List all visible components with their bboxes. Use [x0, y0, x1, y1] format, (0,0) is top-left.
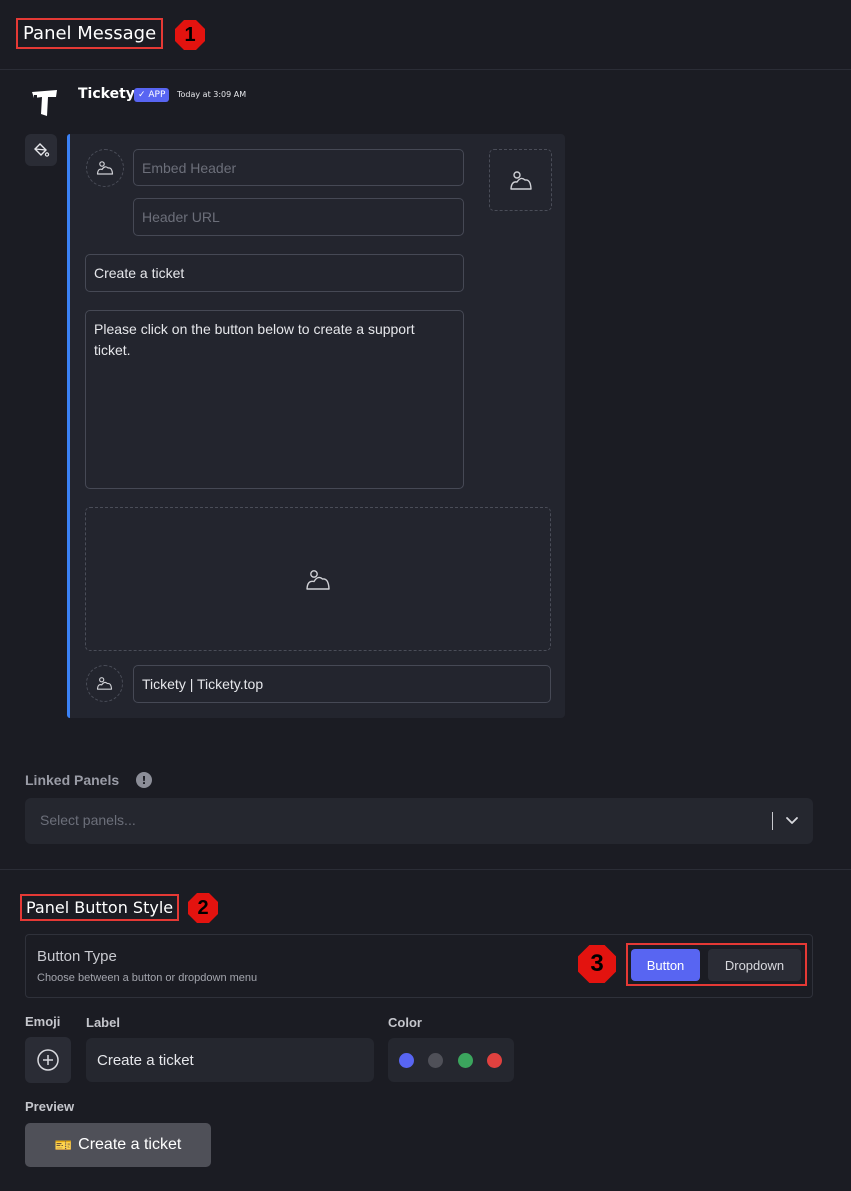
color-label: Color: [388, 1015, 422, 1030]
color-swatch-grey[interactable]: [428, 1053, 443, 1068]
color-picker: [388, 1038, 514, 1082]
linked-panels-select[interactable]: Select panels...: [25, 798, 813, 844]
preview-button[interactable]: 🎫 Create a ticket: [25, 1123, 211, 1167]
add-emoji-icon: [37, 1049, 59, 1071]
image-icon: [96, 677, 113, 690]
app-badge: ✓ APP: [134, 88, 170, 102]
select-placeholder: Select panels...: [40, 812, 136, 828]
annotation-badge-3: 3: [578, 945, 616, 983]
info-icon[interactable]: !: [136, 772, 152, 788]
message-timestamp: Today at 3:09 AM: [177, 90, 247, 99]
button-type-dropdown-option[interactable]: Dropdown: [708, 949, 801, 981]
thumbnail-upload[interactable]: [489, 149, 552, 211]
embed-image-upload[interactable]: [85, 507, 551, 651]
button-type-title: Button Type: [37, 948, 117, 965]
author-icon-upload[interactable]: [86, 149, 124, 187]
emoji-label: Emoji: [25, 1014, 61, 1029]
color-swatch-red[interactable]: [487, 1053, 502, 1068]
embed-title-input[interactable]: Create a ticket: [85, 254, 464, 292]
button-type-toggle: Button Dropdown: [626, 943, 807, 986]
button-label-input[interactable]: Create a ticket: [86, 1038, 374, 1082]
annotation-badge-1: 1: [175, 20, 205, 50]
embed-color-button[interactable]: [25, 134, 57, 166]
color-swatch-green[interactable]: [458, 1053, 473, 1068]
annotation-badge-2: 2: [188, 893, 218, 923]
label-label: Label: [86, 1015, 120, 1030]
chevron-down-icon[interactable]: [782, 810, 802, 830]
paint-bucket-icon: [34, 143, 50, 157]
image-icon: [96, 161, 114, 175]
embed-description-input[interactable]: Please click on the button below to crea…: [85, 310, 464, 489]
panel-message-title: Panel Message: [16, 18, 164, 49]
image-icon: [306, 570, 330, 590]
select-separator: [772, 812, 773, 830]
bot-name[interactable]: Tickety: [78, 86, 135, 102]
panel-button-style-title: Panel Button Style: [20, 894, 180, 921]
tickety-avatar: [32, 90, 57, 116]
color-swatch-blurple[interactable]: [399, 1053, 414, 1068]
image-icon: [509, 171, 532, 190]
preview-label: Preview: [25, 1099, 75, 1114]
preview-button-text: Create a ticket: [78, 1136, 182, 1153]
emoji-picker-button[interactable]: [25, 1037, 71, 1083]
footer-icon-upload[interactable]: [86, 665, 123, 702]
footer-text-input[interactable]: Tickety | Tickety.top: [133, 665, 551, 703]
embed-header-input[interactable]: Embed Header: [133, 149, 464, 186]
ticket-icon: 🎫: [54, 1136, 73, 1153]
button-type-button-option[interactable]: Button: [631, 949, 700, 981]
linked-panels-label: Linked Panels: [25, 772, 120, 788]
button-type-description: Choose between a button or dropdown menu: [37, 972, 258, 984]
header-url-input[interactable]: Header URL: [133, 198, 464, 236]
divider: [0, 69, 851, 70]
embed-editor: Embed Header Header URL Create a ticket …: [67, 134, 565, 718]
divider: [0, 869, 851, 870]
